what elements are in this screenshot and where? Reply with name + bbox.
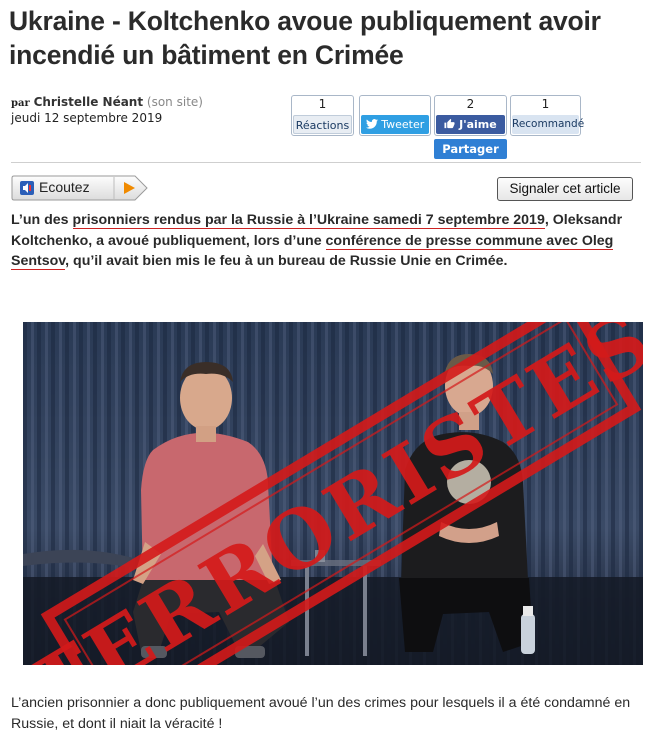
play-icon[interactable] [122,181,136,195]
byline-prefix: par [11,98,30,109]
lead-text-3: , qu’il avait bien mis le feu à un burea… [65,253,508,269]
article-caption: L’ancien prisonnier a donc publiquement … [11,695,631,732]
article-photo: TERRORISTES [23,322,643,665]
reactions-button[interactable]: 1 Réactions [291,95,354,136]
reactions-count: 1 [318,97,327,111]
byline: par Christelle Néant (son site) jeudi 12… [11,95,203,126]
recommend-button[interactable]: 1 Recommandé [510,95,584,136]
like-count: 2 [466,97,475,111]
share-button[interactable]: Partager [434,139,507,159]
recommend-label: Recommandé [512,115,584,134]
listen-label: Ecoutez [39,179,90,195]
author-site-link[interactable]: (son site) [147,95,203,109]
report-article-button[interactable]: Signaler cet article [497,177,633,201]
tweet-button[interactable]: Tweeter [359,95,431,136]
author-link[interactable]: Christelle Néant [34,95,144,109]
article-title: Ukraine - Koltchenko avoue publiquement … [9,6,601,70]
like-label-box: J'aime [436,115,505,134]
divider [11,162,641,163]
lead-link-prisoners[interactable]: prisonniers rendus par la Russie à l’Ukr… [72,212,545,229]
article-lead: L’un des prisonniers rendus par la Russi… [11,210,639,272]
recommend-count: 1 [541,97,550,111]
listen-button[interactable]: Ecoutez [11,175,149,201]
tweet-label: Tweeter [381,118,425,131]
lead-text-1: L’un des [11,212,73,228]
facebook-like-button[interactable]: 2 J'aime [434,95,507,136]
photo-illustration: TERRORISTES [23,322,643,665]
thumbs-up-icon [444,118,455,129]
tweet-label-box: Tweeter [361,115,429,134]
speaker-icon [20,181,34,195]
like-label: J'aime [459,118,497,131]
twitter-bird-icon [365,119,378,129]
reactions-label: Réactions [293,115,352,134]
publish-date: jeudi 12 septembre 2019 [11,111,163,125]
